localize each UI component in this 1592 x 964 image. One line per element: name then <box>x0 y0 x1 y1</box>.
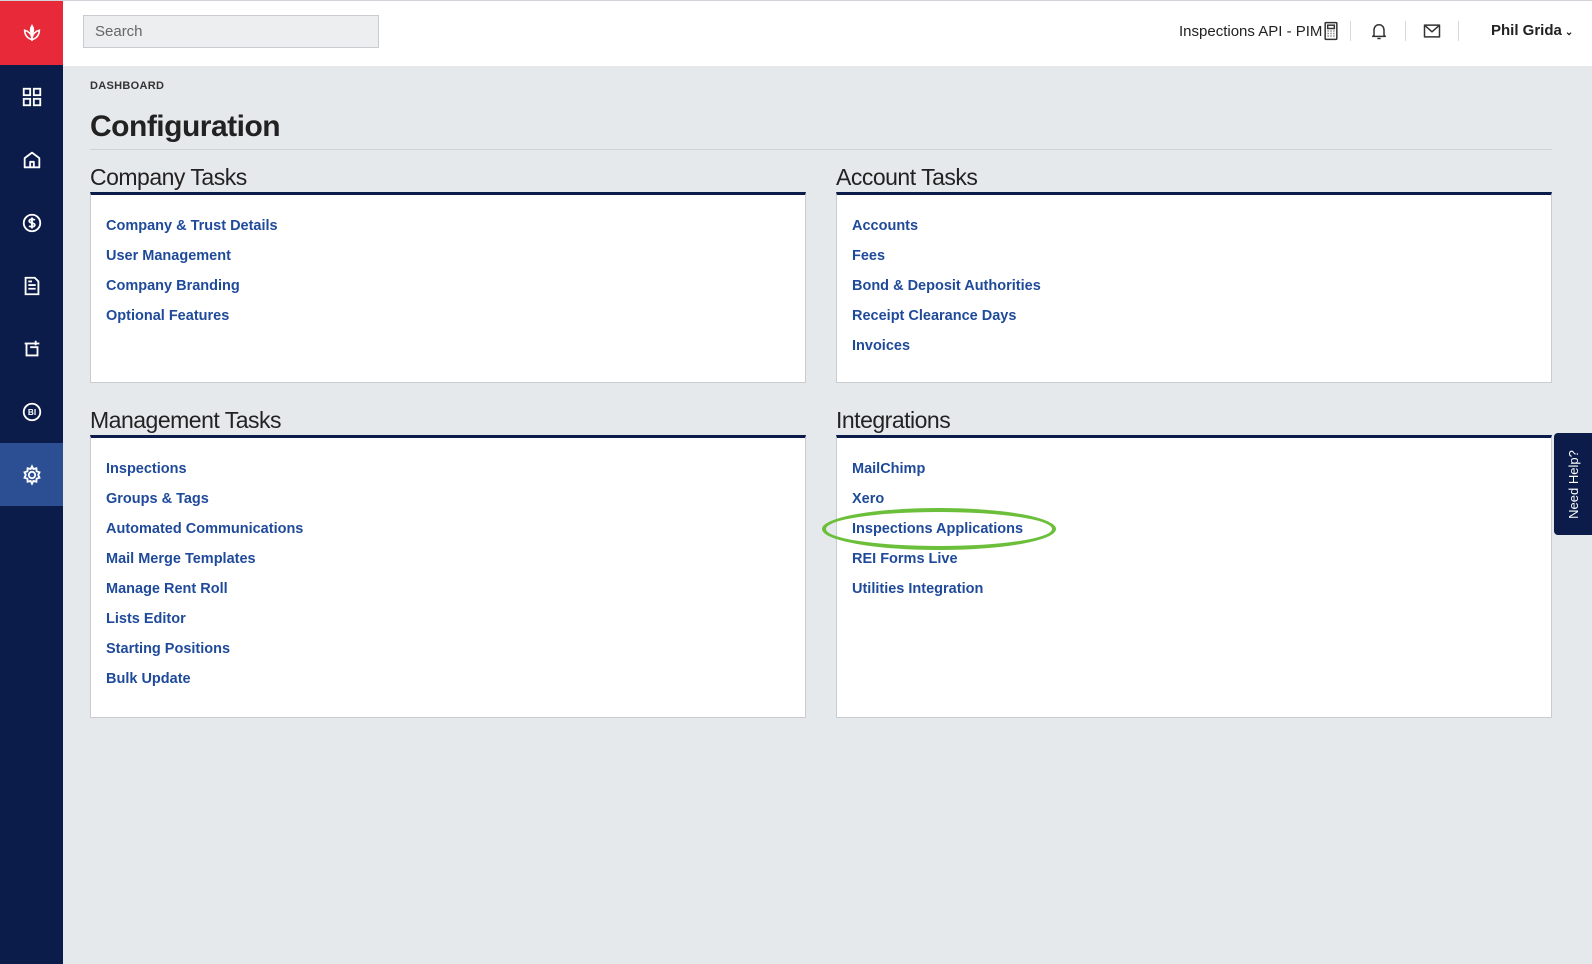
list-item: Manage Rent Roll <box>106 578 790 608</box>
bell-icon <box>1372 24 1386 40</box>
link-bond-deposit-authorities[interactable]: Bond & Deposit Authorities <box>852 278 1041 294</box>
nav-financials[interactable] <box>0 191 63 254</box>
list-item: Inspections Applications <box>852 518 1536 548</box>
nav-bi[interactable]: BI <box>0 380 63 443</box>
bi-icon: BI <box>22 402 41 421</box>
list-item: Fees <box>852 245 1536 275</box>
user-menu[interactable]: Phil Grida ⌄ <box>1491 22 1573 39</box>
list-item: Lists Editor <box>106 608 790 638</box>
list-item: Mail Merge Templates <box>106 548 790 578</box>
page-title: Configuration <box>90 110 281 143</box>
search-input[interactable] <box>83 15 379 48</box>
list-item: Bulk Update <box>106 668 790 698</box>
dashboard-icon <box>22 87 41 106</box>
panel-title: Company Tasks <box>90 164 247 190</box>
panel-title: Management Tasks <box>90 407 282 433</box>
list-item: Invoices <box>852 335 1536 365</box>
nav-settings[interactable] <box>0 443 63 506</box>
list-item: Utilities Integration <box>852 578 1536 608</box>
divider <box>1405 21 1406 41</box>
title-divider <box>90 149 1552 150</box>
panel-box: MailChimp Xero Inspections Applications … <box>836 435 1552 718</box>
calculator-button[interactable] <box>1319 19 1343 43</box>
need-help-label: Need Help? <box>1565 449 1581 519</box>
list-item: MailChimp <box>852 458 1536 488</box>
link-invoices[interactable]: Invoices <box>852 338 910 354</box>
svg-text:BI: BI <box>27 408 35 417</box>
nav-documents[interactable] <box>0 254 63 317</box>
list-item: Automated Communications <box>106 518 790 548</box>
link-list: Inspections Groups & Tags Automated Comm… <box>106 458 790 698</box>
panel-account-tasks: Account Tasks Accounts Fees Bond & Depos… <box>836 164 1552 383</box>
need-help-tab[interactable]: Need Help? <box>1554 433 1592 535</box>
nav-dashboard[interactable] <box>0 65 63 128</box>
panel-box: Company & Trust Details User Management … <box>90 192 806 383</box>
link-lists-editor[interactable]: Lists Editor <box>106 611 186 627</box>
link-manage-rent-roll[interactable]: Manage Rent Roll <box>106 581 228 597</box>
list-item: Xero <box>852 488 1536 518</box>
link-inspections-applications[interactable]: Inspections Applications <box>852 521 1023 537</box>
link-receipt-clearance-days[interactable]: Receipt Clearance Days <box>852 308 1016 324</box>
link-utilities-integration[interactable]: Utilities Integration <box>852 581 983 597</box>
document-icon <box>24 276 39 295</box>
divider <box>1350 21 1351 41</box>
list-item: Company & Trust Details <box>106 215 790 245</box>
link-groups-tags[interactable]: Groups & Tags <box>106 491 209 507</box>
link-automated-communications[interactable]: Automated Communications <box>106 521 303 537</box>
panel-title: Account Tasks <box>836 164 978 190</box>
link-fees[interactable]: Fees <box>852 248 885 264</box>
link-optional-features[interactable]: Optional Features <box>106 308 229 324</box>
home-icon <box>23 151 40 168</box>
list-item: Optional Features <box>106 305 790 335</box>
divider <box>1458 21 1459 41</box>
notifications-button[interactable] <box>1367 19 1391 43</box>
link-xero[interactable]: Xero <box>852 491 884 507</box>
tenant-name: Inspections API - PIM <box>1179 23 1323 40</box>
link-mailchimp[interactable]: MailChimp <box>852 461 925 477</box>
link-inspections[interactable]: Inspections <box>106 461 187 477</box>
leaf-logo-icon <box>23 24 40 42</box>
dollar-icon <box>22 213 41 232</box>
link-bulk-update[interactable]: Bulk Update <box>106 671 191 687</box>
link-rei-forms-live[interactable]: REI Forms Live <box>852 551 958 567</box>
calculator-icon <box>1324 21 1338 41</box>
nav-calendar[interactable] <box>0 317 63 380</box>
list-item: Bond & Deposit Authorities <box>852 275 1536 305</box>
list-item: Inspections <box>106 458 790 488</box>
panel-title: Integrations <box>836 407 951 433</box>
nav-properties[interactable] <box>0 128 63 191</box>
chevron-down-icon: ⌄ <box>1564 27 1574 38</box>
mail-icon <box>1423 24 1441 38</box>
link-list: Company & Trust Details User Management … <box>106 215 790 335</box>
list-item: Receipt Clearance Days <box>852 305 1536 335</box>
link-accounts[interactable]: Accounts <box>852 218 918 234</box>
user-name: Phil Grida <box>1491 22 1562 39</box>
settings-icon <box>22 463 41 486</box>
link-company-trust-details[interactable]: Company & Trust Details <box>106 218 278 234</box>
top-bar: Inspections API - PIM Phil Grida⌄ <box>63 1 1592 66</box>
panel-company-tasks: Company Tasks Company & Trust Details Us… <box>90 164 806 383</box>
list-item: Groups & Tags <box>106 488 790 518</box>
panel-box: Accounts Fees Bond & Deposit Authorities… <box>836 192 1552 383</box>
list-item: REI Forms Live <box>852 548 1536 578</box>
panel-integrations: Integrations MailChimp Xero Inspections … <box>836 407 1552 718</box>
messages-button[interactable] <box>1420 19 1444 43</box>
panel-box: Inspections Groups & Tags Automated Comm… <box>90 435 806 718</box>
link-mail-merge-templates[interactable]: Mail Merge Templates <box>106 551 256 567</box>
list-item: Company Branding <box>106 275 790 305</box>
link-list: MailChimp Xero Inspections Applications … <box>852 458 1536 608</box>
list-item: User Management <box>106 245 790 275</box>
sidebar: BI <box>0 1 63 964</box>
logo[interactable] <box>0 1 63 65</box>
list-item: Accounts <box>852 215 1536 245</box>
link-company-branding[interactable]: Company Branding <box>106 278 240 294</box>
list-item: Starting Positions <box>106 638 790 668</box>
link-user-management[interactable]: User Management <box>106 248 231 264</box>
calendar-icon <box>24 340 39 356</box>
breadcrumb: DASHBOARD <box>90 80 165 92</box>
panel-management-tasks: Management Tasks Inspections Groups & Ta… <box>90 407 806 718</box>
link-list: Accounts Fees Bond & Deposit Authorities… <box>852 215 1536 365</box>
link-starting-positions[interactable]: Starting Positions <box>106 641 230 657</box>
